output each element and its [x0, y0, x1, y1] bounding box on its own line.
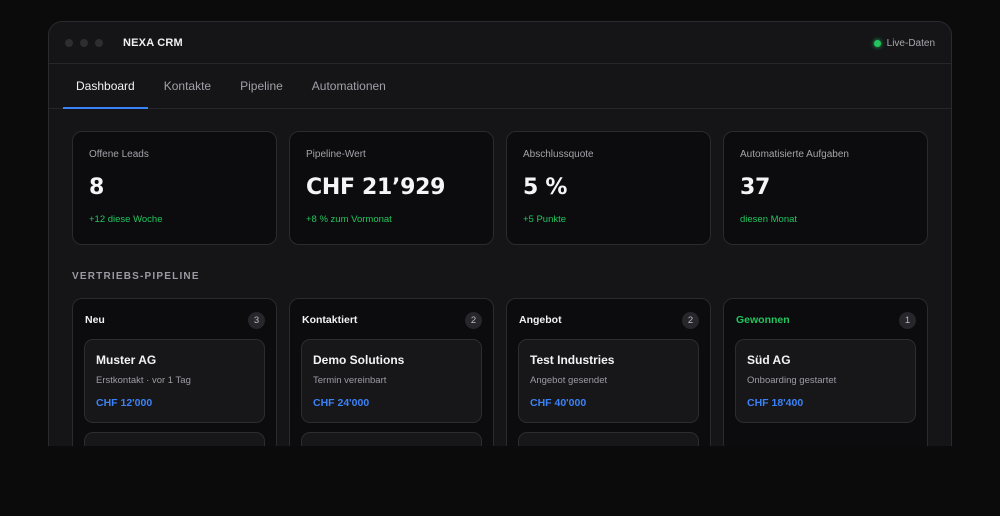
tab-kontakte[interactable]: Kontakte [151, 64, 224, 108]
deal-amount: CHF 40'000 [530, 397, 587, 409]
column-header: Gewonnen 1 [735, 311, 916, 329]
deal-card-partial[interactable] [518, 432, 699, 446]
deal-company: Demo Solutions [313, 353, 405, 367]
stat-value: 37 [740, 175, 771, 200]
deal-amount: CHF 24'000 [313, 397, 370, 409]
title-bar: NEXA CRM Live-Daten [49, 22, 951, 64]
minimize-window-button[interactable] [80, 38, 88, 47]
deal-card[interactable]: Muster AG Erstkontakt · vor 1 Tag CHF 12… [84, 339, 265, 423]
stat-value: 8 [89, 175, 105, 200]
deal-card-partial[interactable] [301, 432, 482, 446]
stat-delta: +12 diese Woche [89, 214, 163, 225]
deal-card[interactable]: Test Industries Angebot gesendet CHF 40'… [518, 339, 699, 423]
pipeline-column-kontaktiert: Kontaktiert 2 Demo Solutions Termin vere… [289, 298, 494, 446]
deal-amount: CHF 12'000 [96, 397, 153, 409]
column-name: Neu [85, 314, 105, 326]
column-name: Gewonnen [736, 314, 790, 326]
deal-card-partial[interactable] [84, 432, 265, 446]
maximize-window-button[interactable] [95, 38, 103, 47]
pipeline-column-neu: Neu 3 Muster AG Erstkontakt · vor 1 Tag … [72, 298, 277, 446]
deal-status: Angebot gesendet [530, 375, 608, 386]
live-status-icon [873, 39, 881, 47]
deal-amount: CHF 18'400 [747, 397, 804, 409]
column-header: Neu 3 [84, 311, 265, 329]
deal-card[interactable]: Demo Solutions Termin vereinbart CHF 24'… [301, 339, 482, 423]
deal-status: Termin vereinbart [313, 375, 387, 386]
stat-card-close-rate: Abschlussquote 5 % +5 Punkte [506, 131, 711, 245]
stat-card-automated-tasks: Automatisierte Aufgaben 37 diesen Monat [723, 131, 928, 245]
main-tabs: Dashboard Kontakte Pipeline Automationen [49, 64, 951, 109]
tab-automationen[interactable]: Automationen [299, 64, 399, 108]
stat-card-pipeline-value: Pipeline-Wert CHF 21’929 +8 % zum Vormon… [289, 131, 494, 245]
stat-label: Offene Leads [89, 149, 149, 160]
live-status: Live-Daten [873, 22, 935, 64]
column-header: Angebot 2 [518, 311, 699, 329]
column-count-badge: 2 [682, 311, 699, 329]
deal-status: Erstkontakt · vor 1 Tag [96, 375, 191, 386]
column-name: Kontaktiert [302, 314, 358, 326]
pipeline-section-title: VERTRIEBS-PIPELINE [72, 271, 200, 282]
column-name: Angebot [519, 314, 562, 326]
stats-row: Offene Leads 8 +12 diese Woche Pipeline-… [72, 131, 928, 245]
tab-dashboard[interactable]: Dashboard [63, 64, 148, 109]
stat-label: Automatisierte Aufgaben [740, 149, 849, 160]
app-window: NEXA CRM Live-Daten Dashboard Kontakte P… [48, 21, 952, 446]
stat-card-open-leads: Offene Leads 8 +12 diese Woche [72, 131, 277, 245]
stat-delta: +8 % zum Vormonat [306, 214, 392, 225]
live-status-label: Live-Daten [886, 37, 935, 49]
deal-company: Muster AG [96, 353, 157, 367]
stat-label: Abschlussquote [523, 149, 594, 160]
column-count-badge: 2 [465, 311, 482, 329]
column-count-badge: 1 [899, 311, 916, 329]
stat-delta: +5 Punkte [523, 214, 567, 225]
window-controls [65, 38, 103, 47]
app-title: NEXA CRM [123, 36, 183, 49]
column-count-badge: 3 [248, 311, 265, 329]
pipeline-column-angebot: Angebot 2 Test Industries Angebot gesend… [506, 298, 711, 446]
deal-company: Süd AG [747, 353, 791, 367]
tab-pipeline[interactable]: Pipeline [227, 64, 296, 108]
pipeline-board: Neu 3 Muster AG Erstkontakt · vor 1 Tag … [72, 298, 928, 446]
stat-value: CHF 21’929 [306, 175, 446, 200]
stat-label: Pipeline-Wert [306, 149, 366, 160]
close-window-button[interactable] [65, 38, 73, 47]
deal-status: Onboarding gestartet [747, 375, 837, 386]
deal-company: Test Industries [530, 353, 615, 367]
stat-delta: diesen Monat [740, 214, 798, 225]
pipeline-column-gewonnen: Gewonnen 1 Süd AG Onboarding gestartet C… [723, 298, 928, 446]
deal-card[interactable]: Süd AG Onboarding gestartet CHF 18'400 [735, 339, 916, 423]
stat-value: 5 % [523, 175, 568, 200]
column-header: Kontaktiert 2 [301, 311, 482, 329]
